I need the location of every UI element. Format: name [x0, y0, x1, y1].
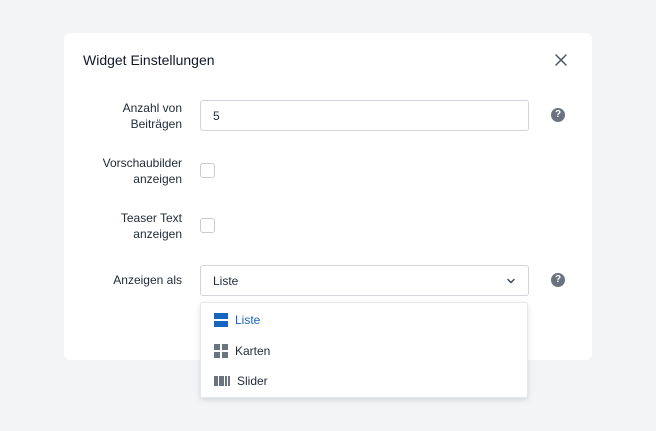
display-as-label: Anzeigen als — [113, 273, 182, 287]
dropdown-option-list[interactable]: Liste — [201, 305, 527, 335]
thumbnails-label: Vorschaubilder anzeigen — [102, 156, 182, 186]
option-label: Slider — [237, 374, 268, 388]
grid-view-icon — [214, 344, 228, 358]
help-icon[interactable]: ? — [551, 273, 565, 287]
post-count-input[interactable]: 5 — [200, 100, 529, 131]
close-icon[interactable] — [552, 51, 570, 69]
dropdown-option-cards[interactable]: Karten — [201, 336, 527, 366]
display-as-value: Liste — [213, 273, 239, 288]
option-label: Liste — [235, 313, 261, 327]
help-icon[interactable]: ? — [551, 108, 565, 122]
chevron-down-icon — [507, 278, 515, 284]
dropdown-option-slider[interactable]: Slider — [201, 366, 527, 396]
dialog-title: Widget Einstellungen — [83, 52, 215, 68]
teaser-text-label: Teaser Text anzeigen — [120, 211, 182, 241]
display-as-select[interactable]: Liste — [200, 265, 529, 296]
thumbnails-checkbox[interactable] — [200, 163, 215, 178]
option-label: Karten — [235, 344, 271, 358]
post-count-label: Anzahl von Beiträgen — [122, 101, 182, 131]
display-as-dropdown: Liste Karten Slider — [200, 302, 528, 398]
list-view-icon — [214, 313, 228, 327]
slider-view-icon — [214, 376, 230, 386]
teaser-text-checkbox[interactable] — [200, 218, 215, 233]
post-count-value: 5 — [213, 108, 220, 123]
